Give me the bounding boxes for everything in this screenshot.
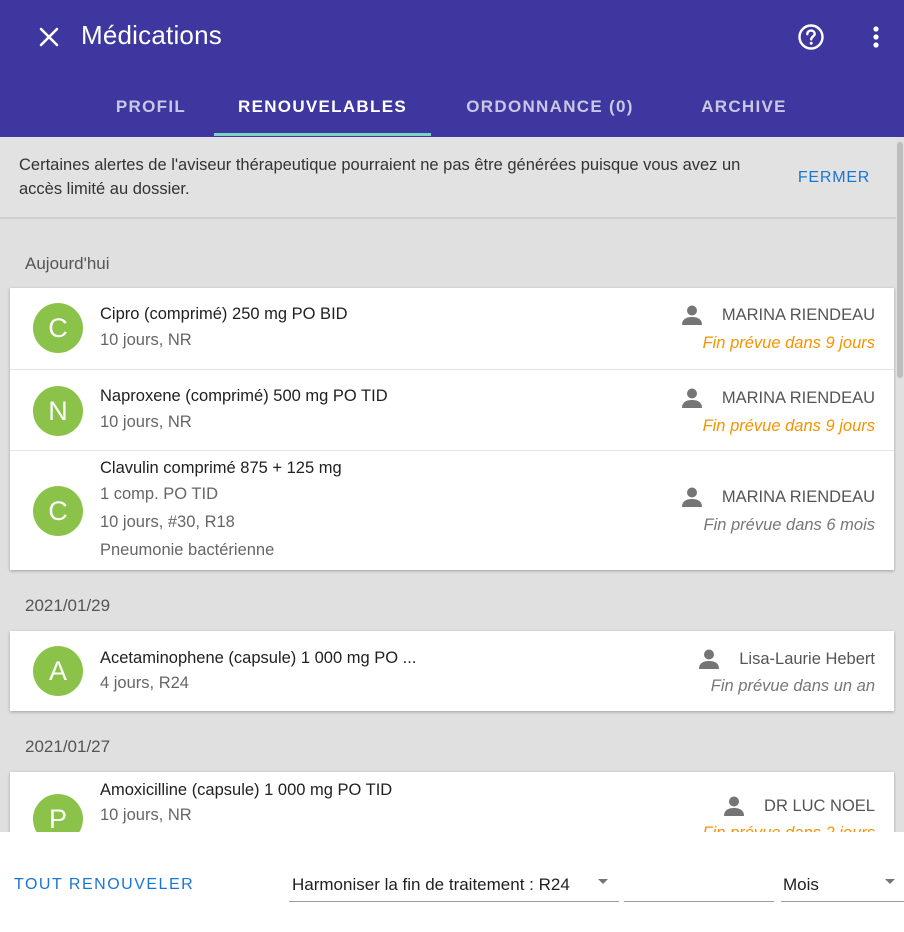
medication-name: Clavulin comprimé 875 + 125 mg: [100, 459, 342, 477]
end-date: Fin prévue dans 9 jours: [702, 417, 875, 435]
duration-unit-select[interactable]: Mois: [781, 870, 904, 902]
person-icon: [680, 485, 704, 509]
harmonize-select-value: Harmoniser la fin de traitement : R24: [292, 875, 570, 894]
medication-row[interactable]: N Naproxene (comprimé) 500 mg PO TID 10 …: [10, 369, 894, 450]
prescriber: MARINA RIENDEAU: [680, 303, 875, 327]
end-date: Fin prévue dans 6 mois: [703, 516, 875, 534]
person-icon: [697, 647, 721, 671]
active-tab-indicator: [214, 133, 431, 136]
person-icon: [680, 386, 704, 410]
medication-detail: 1 comp. PO TID: [100, 485, 218, 503]
close-banner-button[interactable]: FERMER: [790, 164, 878, 192]
medication-card: A Acetaminophene (capsule) 1 000 mg PO .…: [10, 631, 894, 711]
prescriber-name: MARINA RIENDEAU: [721, 388, 875, 407]
medication-name: Cipro (comprimé) 250 mg PO BID: [100, 305, 348, 323]
medication-row[interactable]: C Clavulin comprimé 875 + 125 mg 1 comp.…: [10, 450, 894, 570]
medication-card: C Cipro (comprimé) 250 mg PO BID 10 jour…: [10, 288, 894, 570]
app-bar: Médications PROFIL RENOUVELABLES ORDONNA…: [0, 0, 904, 137]
prescriber-name: DR LUC NOEL: [764, 796, 875, 815]
tab-renouvelables[interactable]: RENOUVELABLES: [214, 76, 431, 137]
medication-row[interactable]: P Amoxicilline (capsule) 1 000 mg PO TID…: [10, 772, 894, 832]
prescriber: MARINA RIENDEAU: [680, 386, 875, 410]
close-icon[interactable]: [34, 22, 64, 52]
medication-detail: 10 jours, NR: [100, 413, 192, 431]
group-header: Aujourd'hui: [25, 254, 110, 273]
renew-all-button[interactable]: TOUT RENOUVELER: [14, 876, 194, 894]
prescriber-name: Lisa-Laurie Hebert: [739, 649, 875, 668]
duration-unit-value: Mois: [783, 875, 819, 894]
prescriber: DR LUC NOEL: [722, 794, 875, 818]
medication-name: Naproxene (comprimé) 500 mg PO TID: [100, 387, 388, 405]
prescriber-name: MARINA RIENDEAU: [721, 305, 875, 324]
medication-avatar: C: [33, 303, 83, 353]
bottom-action-bar: TOUT RENOUVELER Harmoniser la fin de tra…: [0, 832, 904, 932]
end-date: Fin prévue dans 9 jours: [702, 334, 875, 352]
medication-card: P Amoxicilline (capsule) 1 000 mg PO TID…: [10, 772, 894, 832]
medication-indication: Pneumonie bactérienne: [100, 541, 275, 559]
group-header: 2021/01/27: [25, 737, 111, 756]
prescriber: Lisa-Laurie Hebert: [697, 647, 875, 671]
person-icon: [722, 794, 746, 818]
medication-detail: 10 jours, #30, R18: [100, 513, 235, 531]
limited-access-banner: Certaines alertes de l'aviseur thérapeut…: [0, 137, 896, 219]
page-title: Médications: [81, 20, 222, 50]
medication-detail: 10 jours, NR: [100, 806, 192, 824]
banner-message: Certaines alertes de l'aviseur thérapeut…: [19, 156, 741, 198]
person-icon: [680, 303, 704, 327]
prescriber: MARINA RIENDEAU: [680, 485, 875, 509]
medication-row[interactable]: A Acetaminophene (capsule) 1 000 mg PO .…: [10, 631, 894, 711]
duration-input[interactable]: [624, 870, 774, 902]
harmonize-select[interactable]: Harmoniser la fin de traitement : R24: [289, 870, 619, 902]
medication-avatar: P: [33, 794, 83, 832]
medication-avatar: A: [33, 646, 83, 696]
help-circle-icon[interactable]: [795, 21, 827, 53]
medication-avatar: C: [33, 486, 83, 536]
medication-detail: 4 jours, R24: [100, 674, 189, 692]
medication-row[interactable]: C Cipro (comprimé) 250 mg PO BID 10 jour…: [10, 288, 894, 369]
end-date: Fin prévue dans 2 jours: [703, 824, 875, 832]
group-header: 2021/01/29: [25, 596, 111, 615]
tab-bar: PROFIL RENOUVELABLES ORDONNANCE (0) ARCH…: [0, 76, 904, 137]
tab-ordonnance[interactable]: ORDONNANCE (0): [440, 76, 660, 137]
renewable-medication-list: Aujourd'hui C Cipro (comprimé) 250 mg PO…: [0, 219, 896, 832]
tab-archive[interactable]: ARCHIVE: [680, 76, 808, 137]
medication-avatar: N: [33, 386, 83, 436]
prescriber-name: MARINA RIENDEAU: [721, 487, 875, 506]
dropdown-arrow-icon: [885, 879, 895, 884]
medication-name: Acetaminophene (capsule) 1 000 mg PO ...: [100, 649, 417, 667]
more-vertical-icon[interactable]: [862, 21, 890, 53]
dropdown-arrow-icon: [598, 879, 608, 884]
end-date: Fin prévue dans un an: [710, 677, 875, 695]
scrollbar-thumb[interactable]: [897, 142, 903, 378]
medication-detail: 10 jours, NR: [100, 331, 192, 349]
medication-name: Amoxicilline (capsule) 1 000 mg PO TID: [100, 781, 393, 799]
tab-profil[interactable]: PROFIL: [96, 76, 206, 137]
